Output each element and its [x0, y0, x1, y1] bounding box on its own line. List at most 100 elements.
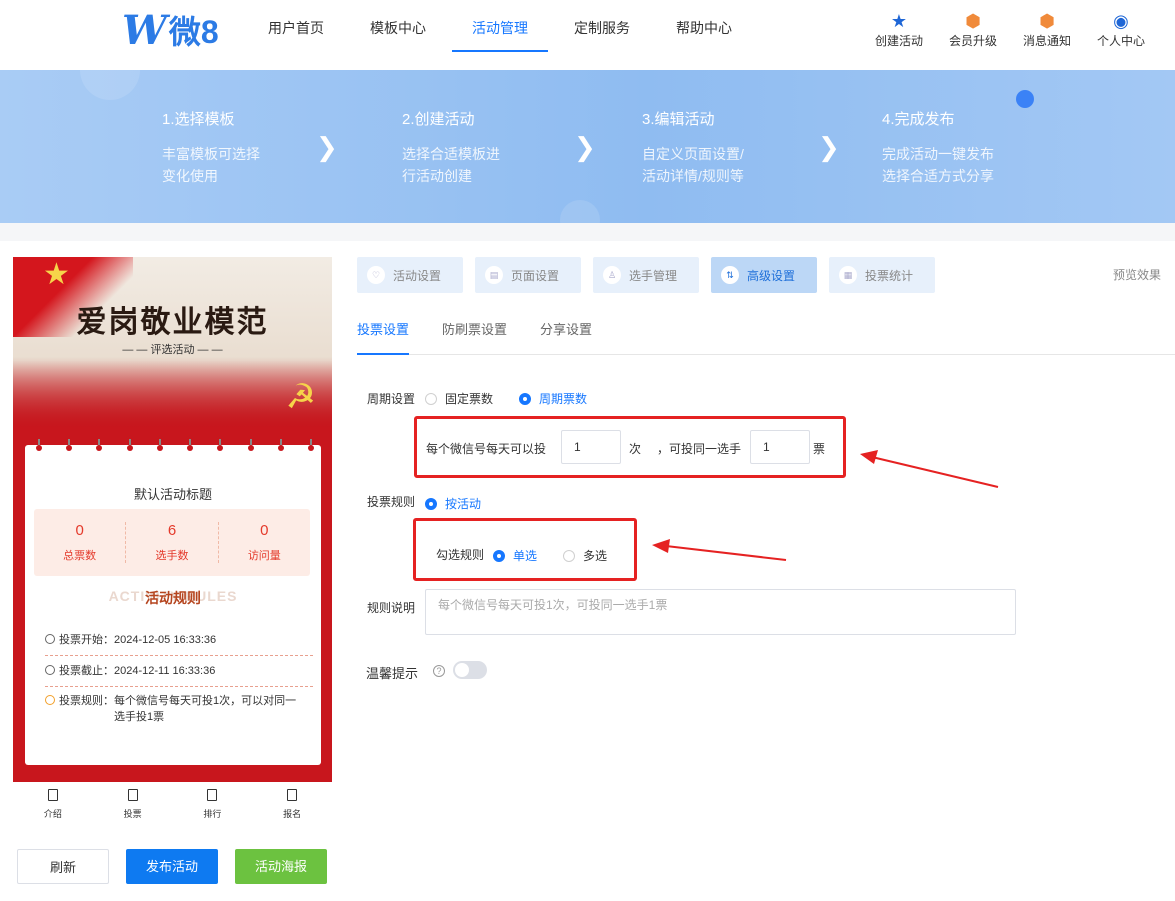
annotation-arrow-head [860, 450, 878, 464]
tabbar-vote[interactable]: 投票 [93, 785, 173, 820]
per-day-text: 每个微信号每天可以投 [426, 442, 547, 456]
preview-link[interactable]: 预览效果 [1113, 266, 1161, 283]
vote-end-line: 投票截止：2024-12-11 16:33:36 [45, 662, 313, 687]
tabbar-signup[interactable]: 报名 [252, 785, 332, 820]
radio-label: 单选 [513, 549, 538, 563]
user-center-button[interactable]: ◉ 个人中心 [1097, 10, 1145, 49]
notifications-button[interactable]: ⬢ 消息通知 [1023, 10, 1071, 49]
decor-dot [1016, 90, 1034, 108]
help-icon[interactable]: ? [433, 665, 445, 677]
vote-icon [127, 789, 138, 801]
user-icon: ◉ [1113, 10, 1129, 31]
tip-label: 温馨提示 [366, 666, 419, 681]
rules-heading: ACTIVITY RULES 活动规则 [25, 588, 321, 616]
steps: 1.选择模板 丰富模板可选择 变化使用 ❯ 2.创建活动 选择合适模板进 行活动… [162, 108, 1122, 187]
settings-tabs: ♡ 活动设置 ▤ 页面设置 ♙ 选手管理 ⇅ 高级设置 ▦ 投票统计 [357, 257, 935, 293]
tab-label: 投票统计 [865, 268, 914, 283]
person-icon: ♙ [603, 266, 621, 284]
tabbar-intro[interactable]: 介绍 [13, 785, 93, 820]
step-desc: 选择合适模板进 [402, 146, 500, 162]
step-desc: 自定义页面设置/ [642, 146, 744, 162]
stat-label: 总票数 [63, 550, 97, 562]
main-nav: 用户首页 模板中心 活动管理 定制服务 帮助中心 [248, 0, 758, 54]
vote-rule: 投票规则：每个微信号每天可投1次，可以对同一 [59, 695, 297, 707]
ring [186, 439, 194, 453]
step-desc: 行活动创建 [402, 168, 472, 184]
activity-title: 默认活动标题 [133, 487, 212, 502]
same-contestant-input[interactable]: 1 [750, 430, 810, 464]
signup-icon [287, 789, 298, 801]
subtab-vote-settings[interactable]: 投票设置 [357, 310, 410, 355]
stat-label: 选手数 [155, 550, 189, 562]
steps-banner: 1.选择模板 丰富模板可选择 变化使用 ❯ 2.创建活动 选择合适模板进 行活动… [0, 70, 1175, 223]
logo[interactable]: W 微8 [122, 7, 219, 54]
tabbar-label: 排行 [203, 809, 222, 819]
radio-label: 固定票数 [445, 392, 494, 406]
activity-card: 默认活动标题 0 总票数 6 选手数 0 访问量 ACTIVITY RULES … [25, 439, 321, 765]
ring [247, 439, 255, 453]
clock-icon [45, 634, 55, 644]
tab-contestants[interactable]: ♙ 选手管理 [593, 257, 699, 293]
decor-circle [80, 70, 140, 100]
step-desc: 完成活动一键发布 [882, 146, 994, 162]
votes-unit: 票 [813, 442, 826, 456]
stat-visits: 0 访问量 [219, 522, 310, 563]
tab-vote-stats[interactable]: ▦ 投票统计 [829, 257, 935, 293]
tabbar-ranking[interactable]: 排行 [173, 785, 253, 820]
vote-rule-cont: 选手投1票 [114, 711, 165, 723]
star-icon: ★ [890, 10, 907, 31]
radio-by-activity[interactable]: 按活动 [425, 495, 481, 512]
notebook-rings [35, 439, 315, 453]
subtab-share[interactable]: 分享设置 [540, 310, 592, 355]
logo-text: 微8 [168, 14, 219, 50]
intro-icon [47, 789, 58, 801]
tab-page-settings[interactable]: ▤ 页面设置 [475, 257, 581, 293]
period-label: 周期设置 [367, 392, 416, 406]
per-day-input[interactable]: 1 [561, 430, 621, 464]
nav-templates[interactable]: 模板中心 [350, 0, 446, 52]
decor-circle [560, 200, 600, 223]
crown-badge-icon: ⬢ [965, 10, 981, 31]
nav-activity-manage[interactable]: 活动管理 [452, 0, 548, 52]
chart-icon: ▦ [839, 266, 857, 284]
tab-advanced-settings[interactable]: ⇅ 高级设置 [711, 257, 817, 293]
poster-button[interactable]: 活动海报 [235, 849, 327, 884]
step-title: 1.选择模板 [162, 111, 235, 128]
phone-preview: ★ 爱岗敬业模范 — — 评选活动 — — ☭ 默认活动标题 0 总票数 6 选… [13, 257, 332, 782]
tip-toggle[interactable] [453, 661, 487, 679]
nav-home[interactable]: 用户首页 [248, 0, 344, 52]
nav-help[interactable]: 帮助中心 [656, 0, 752, 52]
arrow-right-icon: ❯ [574, 132, 596, 162]
create-activity-button[interactable]: ★ 创建活动 [875, 10, 923, 49]
subtab-anti-fraud[interactable]: 防刷票设置 [442, 310, 507, 355]
tabbar-label: 投票 [123, 809, 142, 819]
annotation-arrow-head [652, 539, 670, 553]
member-upgrade-button[interactable]: ⬢ 会员升级 [949, 10, 997, 49]
radio-label: 按活动 [445, 497, 482, 511]
tab-label: 页面设置 [511, 268, 560, 283]
bell-badge-icon: ⬢ [1039, 10, 1055, 31]
radio-label: 周期票数 [539, 392, 588, 406]
vote-rule-label: 投票规则 [367, 495, 416, 509]
tab-activity-settings[interactable]: ♡ 活动设置 [357, 257, 463, 293]
poster-red-fade [13, 357, 332, 430]
tab-label: 选手管理 [629, 268, 678, 283]
annotation-arrow-line [665, 545, 787, 561]
ring [277, 439, 285, 453]
ring [216, 439, 224, 453]
vote-start-line: 投票开始：2024-12-05 16:33:36 [45, 631, 313, 656]
publish-button[interactable]: 发布活动 [126, 849, 218, 884]
radio-multiple[interactable]: 多选 [563, 547, 607, 564]
radio-single[interactable]: 单选 [493, 547, 537, 564]
poster-title: 爱岗敬业模范 [76, 305, 269, 340]
radio-period-votes[interactable]: 周期票数 [519, 390, 587, 407]
check-rule-label: 勾选规则 [436, 548, 485, 562]
rule-desc-textarea[interactable]: 每个微信号每天可投1次，可投同一选手1票 [425, 589, 1016, 635]
ranking-icon [207, 789, 218, 801]
nav-custom-service[interactable]: 定制服务 [554, 0, 650, 52]
step-title: 2.创建活动 [402, 111, 475, 128]
radio-fixed-votes[interactable]: 固定票数 [425, 390, 493, 407]
sliders-icon: ⇅ [721, 266, 739, 284]
stat-value: 0 [260, 522, 269, 539]
refresh-button[interactable]: 刷新 [17, 849, 109, 884]
